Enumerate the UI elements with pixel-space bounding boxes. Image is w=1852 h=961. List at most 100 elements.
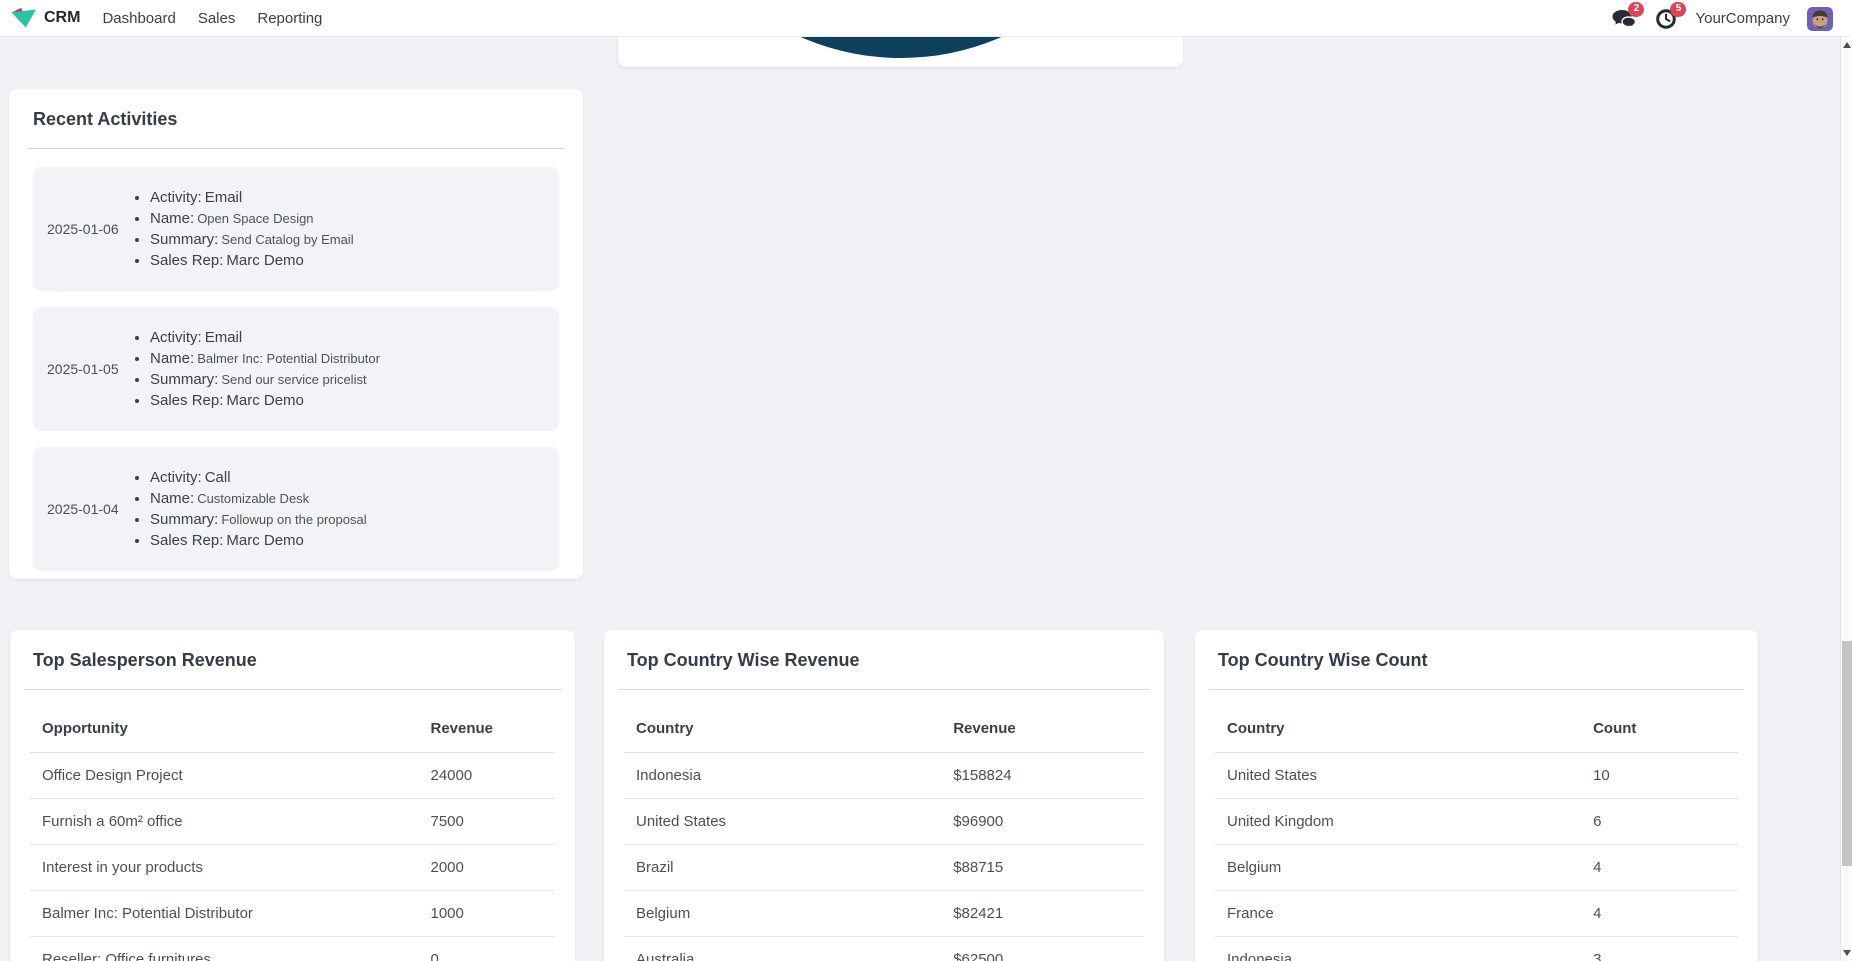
column-header: Country: [624, 690, 942, 753]
row-value-cell: $82421: [941, 890, 1144, 937]
column-header: Opportunity: [30, 690, 419, 753]
table-title: Top Salesperson Revenue: [33, 650, 257, 670]
divider: [27, 148, 565, 149]
messages-count-badge: 2: [1628, 1, 1645, 17]
top-salesperson-revenue-table: Opportunity Revenue Office Design Projec…: [30, 690, 555, 961]
row-value-cell: 3: [1581, 936, 1738, 961]
activity-name-line: Name:Customizable Desk: [150, 488, 367, 509]
top-country-wise-revenue-card: Top Country Wise Revenue Country Revenue…: [604, 630, 1164, 961]
table-row: United Kingdom 6: [1215, 798, 1738, 845]
table-row: United States 10: [1215, 752, 1738, 799]
top-salesperson-revenue-card: Top Salesperson Revenue Opportunity Reve…: [10, 630, 575, 961]
table-title: Top Country Wise Revenue: [627, 650, 860, 670]
activities-count-badge: 5: [1670, 1, 1687, 17]
row-value-cell: 7500: [418, 798, 555, 845]
row-label-cell: Indonesia: [1215, 936, 1582, 961]
pie-chart-card: [618, 37, 1183, 67]
activity-summary-line: Summary:Send Catalog by Email: [150, 229, 354, 250]
row-label-cell: Indonesia: [624, 752, 942, 799]
app-name: CRM: [44, 9, 81, 26]
activity-date: 2025-01-05: [47, 361, 119, 377]
row-value-cell: 10: [1581, 752, 1738, 799]
activity-salesrep-line: Sales Rep:Marc Demo: [150, 530, 367, 551]
activity-name-line: Name:Open Space Design: [150, 208, 354, 229]
activities-button[interactable]: 5: [1653, 1, 1687, 30]
table-row: Office Design Project 24000: [30, 752, 555, 799]
pie-chart-partial: [651, 37, 1151, 58]
row-value-cell: $158824: [941, 752, 1144, 799]
activity-date: 2025-01-06: [47, 221, 119, 237]
row-label-cell: Balmer Inc: Potential Distributor: [30, 890, 419, 937]
app-brand[interactable]: CRM: [10, 7, 80, 29]
nav-item-reporting[interactable]: Reporting: [257, 10, 322, 27]
table-row: United States $96900: [624, 798, 1144, 845]
row-label-cell: United States: [624, 798, 942, 845]
user-avatar[interactable]: [1807, 6, 1833, 31]
column-header: Country: [1215, 690, 1582, 753]
crm-logo-icon: [10, 7, 37, 29]
table-row: Reseller: Office furnitures 0: [30, 936, 555, 961]
table-row: Indonesia 3: [1215, 936, 1738, 961]
table-row: Indonesia $158824: [624, 752, 1144, 799]
row-value-cell: 6: [1581, 798, 1738, 845]
row-label-cell: Office Design Project: [30, 752, 419, 799]
top-country-wise-revenue-table: Country Revenue Indonesia $158824 United S…: [624, 690, 1144, 961]
row-value-cell: $62500: [941, 936, 1144, 961]
dashboard-content: Recent Activities 2025-01-06 Activity:Em…: [0, 37, 1852, 961]
column-header: Count: [1581, 690, 1738, 753]
activity-entry: 2025-01-06 Activity:Email Name:Open Spac…: [33, 167, 559, 291]
vertical-scrollbar[interactable]: [1840, 37, 1852, 961]
recent-activities-title: Recent Activities: [33, 109, 178, 129]
table-title: Top Country Wise Count: [1218, 650, 1428, 670]
table-row: Furnish a 60m² office 7500: [30, 798, 555, 845]
top-country-wise-count-table: Country Count United States 10 United King…: [1215, 690, 1738, 961]
messages-button[interactable]: 2: [1611, 1, 1645, 30]
activity-type-line: Activity:Email: [150, 327, 380, 348]
activity-date: 2025-01-04: [47, 501, 119, 517]
column-header: Revenue: [418, 690, 555, 753]
activity-summary-line: Summary:Followup on the proposal: [150, 509, 367, 530]
nav-item-dashboard[interactable]: Dashboard: [102, 10, 175, 27]
top-country-wise-count-card: Top Country Wise Count Country Count Uni…: [1195, 630, 1758, 961]
row-label-cell: France: [1215, 890, 1582, 937]
row-value-cell: 24000: [418, 752, 555, 799]
table-row: Brazil $88715: [624, 844, 1144, 891]
row-label-cell: Belgium: [1215, 844, 1582, 891]
table-row: Belgium $82421: [624, 890, 1144, 937]
row-label-cell: Australia: [624, 936, 942, 961]
column-header: Revenue: [941, 690, 1144, 753]
row-value-cell: 4: [1581, 890, 1738, 937]
row-label-cell: Reseller: Office furnitures: [30, 936, 419, 961]
row-label-cell: Brazil: [624, 844, 942, 891]
table-row: Balmer Inc: Potential Distributor 1000: [30, 890, 555, 937]
row-label-cell: Belgium: [624, 890, 942, 937]
activity-type-line: Activity:Call: [150, 467, 367, 488]
recent-activities-card: Recent Activities 2025-01-06 Activity:Em…: [9, 89, 583, 579]
row-value-cell: 4: [1581, 844, 1738, 891]
scroll-up-arrow-icon[interactable]: [1843, 42, 1851, 48]
company-name[interactable]: YourCompany: [1695, 10, 1790, 27]
activity-entries: 2025-01-06 Activity:Email Name:Open Spac…: [33, 167, 559, 571]
top-navbar: CRM Dashboard Sales Reporting 2 5 YourCo…: [0, 0, 1852, 37]
activity-entry: 2025-01-04 Activity:Call Name:Customizab…: [33, 447, 559, 571]
scroll-down-arrow-icon[interactable]: [1843, 950, 1851, 956]
activity-type-line: Activity:Email: [150, 187, 354, 208]
activity-summary-line: Summary:Send our service pricelist: [150, 369, 380, 390]
row-value-cell: 2000: [418, 844, 555, 891]
table-row: France 4: [1215, 890, 1738, 937]
row-label-cell: United States: [1215, 752, 1582, 799]
table-row: Interest in your products 2000: [30, 844, 555, 891]
row-label-cell: Furnish a 60m² office: [30, 798, 419, 845]
activity-salesrep-line: Sales Rep:Marc Demo: [150, 390, 380, 411]
activity-name-line: Name:Balmer Inc: Potential Distributor: [150, 348, 380, 369]
row-label-cell: Interest in your products: [30, 844, 419, 891]
row-value-cell: $96900: [941, 798, 1144, 845]
activity-entry: 2025-01-05 Activity:Email Name:Balmer In…: [33, 307, 559, 431]
table-row: Belgium 4: [1215, 844, 1738, 891]
activity-salesrep-line: Sales Rep:Marc Demo: [150, 250, 354, 271]
nav-item-sales[interactable]: Sales: [198, 10, 236, 27]
row-value-cell: 0: [418, 936, 555, 961]
scrollbar-thumb[interactable]: [1842, 641, 1852, 866]
row-value-cell: $88715: [941, 844, 1144, 891]
row-label-cell: United Kingdom: [1215, 798, 1582, 845]
